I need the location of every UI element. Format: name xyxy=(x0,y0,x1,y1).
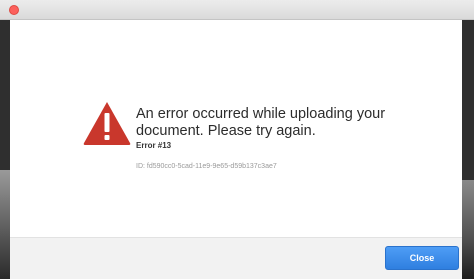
dialog-footer: Close xyxy=(10,237,462,279)
error-code: Error #13 xyxy=(136,141,172,150)
background-left-strip xyxy=(0,170,10,279)
close-button[interactable]: Close xyxy=(385,246,459,270)
window-titlebar xyxy=(0,0,474,20)
window-close-dot[interactable] xyxy=(9,5,19,15)
error-id: ID: fd590cc0-5cad-11e9-9e65-d59b137c3ae7 xyxy=(136,163,277,170)
error-message: An error occurred while uploading your d… xyxy=(136,106,386,139)
warning-triangle-icon xyxy=(83,102,131,145)
error-dialog: An error occurred while uploading your d… xyxy=(10,20,462,279)
background-right-strip xyxy=(462,180,474,279)
